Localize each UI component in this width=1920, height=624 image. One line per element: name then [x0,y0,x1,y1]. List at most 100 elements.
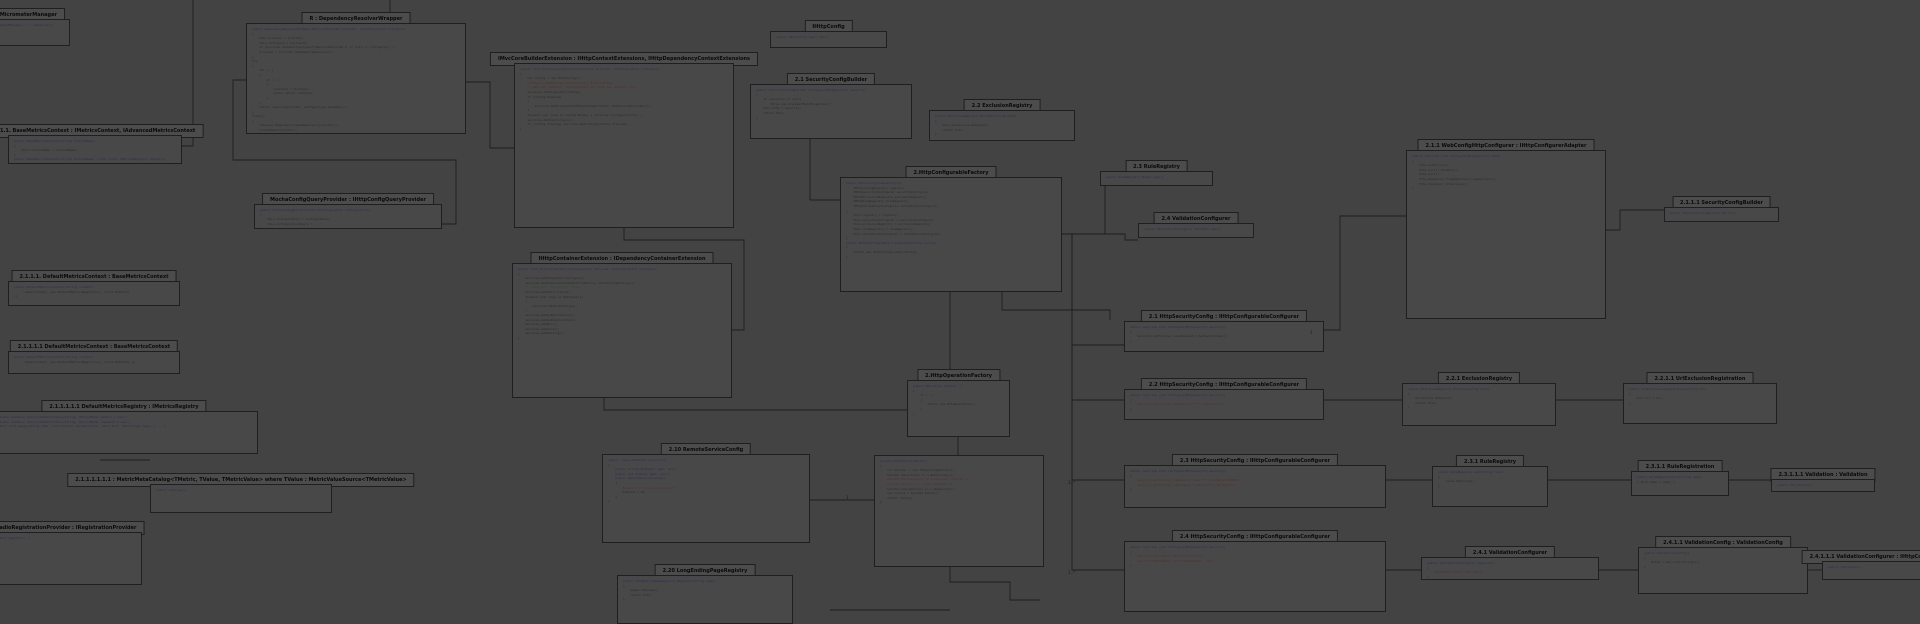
class-node-body: public class RemoteServiceConfig{ public… [602,454,810,543]
class-node: 2.3.1.1 RuleRegistration public RuleRegis… [1631,460,1729,496]
code-line: public HttpConfig {get; set;} [776,35,829,39]
class-node-body: public LongEndingPageRegistry Register(s… [617,575,793,624]
code-line: } [1629,400,1631,405]
code-line: } [1408,405,1410,410]
class-node: IMvcCoreBuilderExtension : IHttpContextE… [489,52,759,228]
class-node: 2.2.1.1 UrlExclusionRegistration public U… [1623,372,1777,424]
class-node: 2.1 HttpSecurityConfig : IHttpConfigurab… [1124,310,1324,352]
code-line: } [623,597,625,602]
class-node-body: public override void Configure(HttpSecur… [1124,389,1324,420]
class-node-body: public override void Configure(HttpSecur… [1406,150,1606,319]
class-node: 2.3 HttpSecurityConfig : IHttpConfigurab… [1124,454,1386,508]
code-line: { this.name = name; } [1637,479,1675,484]
class-node: 2.3 RuleRegistry public RuleRegistry Rule… [1100,160,1213,186]
class-node: 2.1.1.1.1 DefaultMetricsContext : BaseMe… [8,340,180,374]
class-node: 2.HttpConfigurableFactory public HttpConf… [840,166,1062,292]
code-line: } [252,133,460,134]
code-line: } [1130,487,1132,492]
class-node-body: public Catalog(); [150,484,332,513]
class-node: 2.10 RemoteServiceConfig public class Rem… [602,443,810,543]
code-line: public Validation(); [1777,483,1814,487]
code-line: } [756,115,758,120]
class-node-body: public MochaConfigQueryProvider(IConfigu… [254,204,442,229]
code-line: } [518,335,520,340]
class-node: RadioRegistrationProvider : IRegistratio… [0,521,145,585]
class-node-body: public ExclusionRegistry Exclude(string … [929,110,1075,141]
class-node: 2.1.1 WebConfigHttpConfigurer : IHttpCon… [1406,139,1606,319]
class-node-body: public DefaultMetricsContext(string cont… [8,281,180,306]
class-node: 2.4.1 ValidationConfigurer public Validat… [1421,546,1599,580]
class-node: MochaConfigQueryProvider : IHttpConfigQu… [254,193,442,229]
class-node-body: public DefaultMetricsContext(string cont… [8,351,180,374]
code-line: public void Gauge(string name, Func<doub… [0,424,166,429]
class-node-body: public void Initialize(IServiceCollectio… [514,63,734,228]
class-node-body: public HttpConfig {get; set;} [770,31,887,48]
code-line: public SecurityConfigBuilder Build(); [1670,211,1737,215]
code-line: } [1130,338,1132,343]
class-node: 2.20 LongEndingPageRegistry public LongEn… [617,564,793,624]
code-line: } [880,500,882,505]
class-node: IHttpConfig public HttpConfig {get; set;} [770,20,887,48]
class-node: 2.2 ExclusionRegistry public ExclusionReg… [929,99,1075,141]
class-node: 2.1.1. BaseMetricsContext : IMetricsCont… [0,124,204,164]
class-node-body: private readonly ConcurrentDictionary<st… [0,411,258,454]
class-node: 2.1.1.1. DefaultMetricsContext : BaseMet… [8,270,180,306]
class-node-body: private HttpConfig Build(){ var builder … [874,455,1044,567]
class-node: 2.1.1.1.1.1 DefaultMetricsRegistry : IMe… [0,400,258,454]
code-line: } [1438,483,1440,488]
code-line: } [608,499,610,504]
class-node-body: public override void Configure(HttpSecur… [1124,465,1386,508]
code-line: public Configure(); [1828,565,1863,569]
edge-label: 1..* [1068,480,1076,485]
class-node-body: public ValidationConfig(){ Rules = new L… [1638,547,1808,594]
code-line: } [935,132,937,137]
class-node-body: public void Initialize(IServiceCollectio… [512,263,732,398]
edge-label: 1 [846,495,849,500]
class-node: R : DependencyResolverWrapper public Depe… [246,12,466,134]
class-node: 2.4 ValidationConfigurer public Validatio… [1138,212,1254,238]
class-node: 2.2.1 ExclusionRegistry public ExclusionR… [1402,372,1556,426]
code-line: public BaseMetricsContext(string context… [14,157,166,162]
diagram-canvas: ger : IMicrometerManagerpublic TMicromet… [0,0,1920,624]
class-node: 2.HttpOperationFactory public Operation C… [907,369,1010,437]
class-node: 2.3.1.1.1 Validation : Validation public … [1770,468,1876,492]
class-node-body: public Register(..){ ...} [0,532,142,585]
code-line: { [14,161,16,164]
code-line: public Catalog(); [156,488,187,492]
code-line: {} [14,294,18,299]
code-line: } [0,550,136,555]
class-node: 2.1.1.1.1.1.1 : MetricMetaCatalog<TMetri… [67,473,415,513]
code-line: } [1130,406,1132,411]
class-node-body: public UrlExclusionRegistration(string u… [1623,383,1777,424]
class-node: IHttpContainerExtension : IDependencyCon… [512,252,732,398]
class-node: 2.1 SecurityConfigBuilder public Security… [750,73,912,139]
code-line: } [1427,574,1429,579]
code-line: : base(context, new DefaultMetricsRegist… [14,359,136,364]
class-node: 2.4.1.1 ValidationConfig : ValidationCon… [1638,536,1808,594]
class-node-body: public ValidationConfigurer Validate {ge… [1138,223,1254,238]
code-line: } [1130,563,1132,568]
class-node: ger : IMicrometerManagerpublic TMicromet… [0,8,70,46]
class-node-body: public DependencyResolverWrapper(IServic… [246,23,466,134]
class-node-body: public SecurityConfigBuilder Build(); [1664,207,1779,222]
code-line: public RuleRegistry Rules {get;} [1106,175,1164,179]
code-line: public TMicrometerManager(..) : base(nul… [0,23,54,27]
class-node-body: public Configure(); [1822,561,1920,580]
code-line: } [520,126,522,131]
code-line: } [1412,186,1414,191]
class-node-body: public TMicrometerManager(..) : base(nul… [0,19,70,46]
edge-label: 1..* [1068,570,1076,575]
class-node-body: public Operation Create(..){ if (..) { r… [907,380,1010,437]
class-node: 2.4 HttpSecurityConfig : IHttpConfigurab… [1124,530,1386,612]
class-node-body: public ExclusionRegistry Exclude(string … [1402,383,1556,426]
class-node-body: public RuleRegistration(string name){ th… [1631,471,1729,496]
class-node: 2.4.1.1.1 ValidationConfigurer : IHttpCo… [1801,550,1920,580]
code-line: } [260,226,262,229]
class-node-body: public HttpConfigurableFactory( IHttpCon… [840,177,1062,292]
class-node-body: public override void Configure(HttpSecur… [1124,541,1386,612]
class-node: private HttpConfig Build(){ var builder … [874,455,1044,567]
code-line: public ValidationConfigurer Validate {ge… [1144,227,1222,231]
class-node-body: public override void Configure(HttpSecur… [1124,321,1324,352]
code-line: } [846,254,848,259]
class-node-body: public SecurityConfigBuilder Configure(H… [750,84,912,139]
